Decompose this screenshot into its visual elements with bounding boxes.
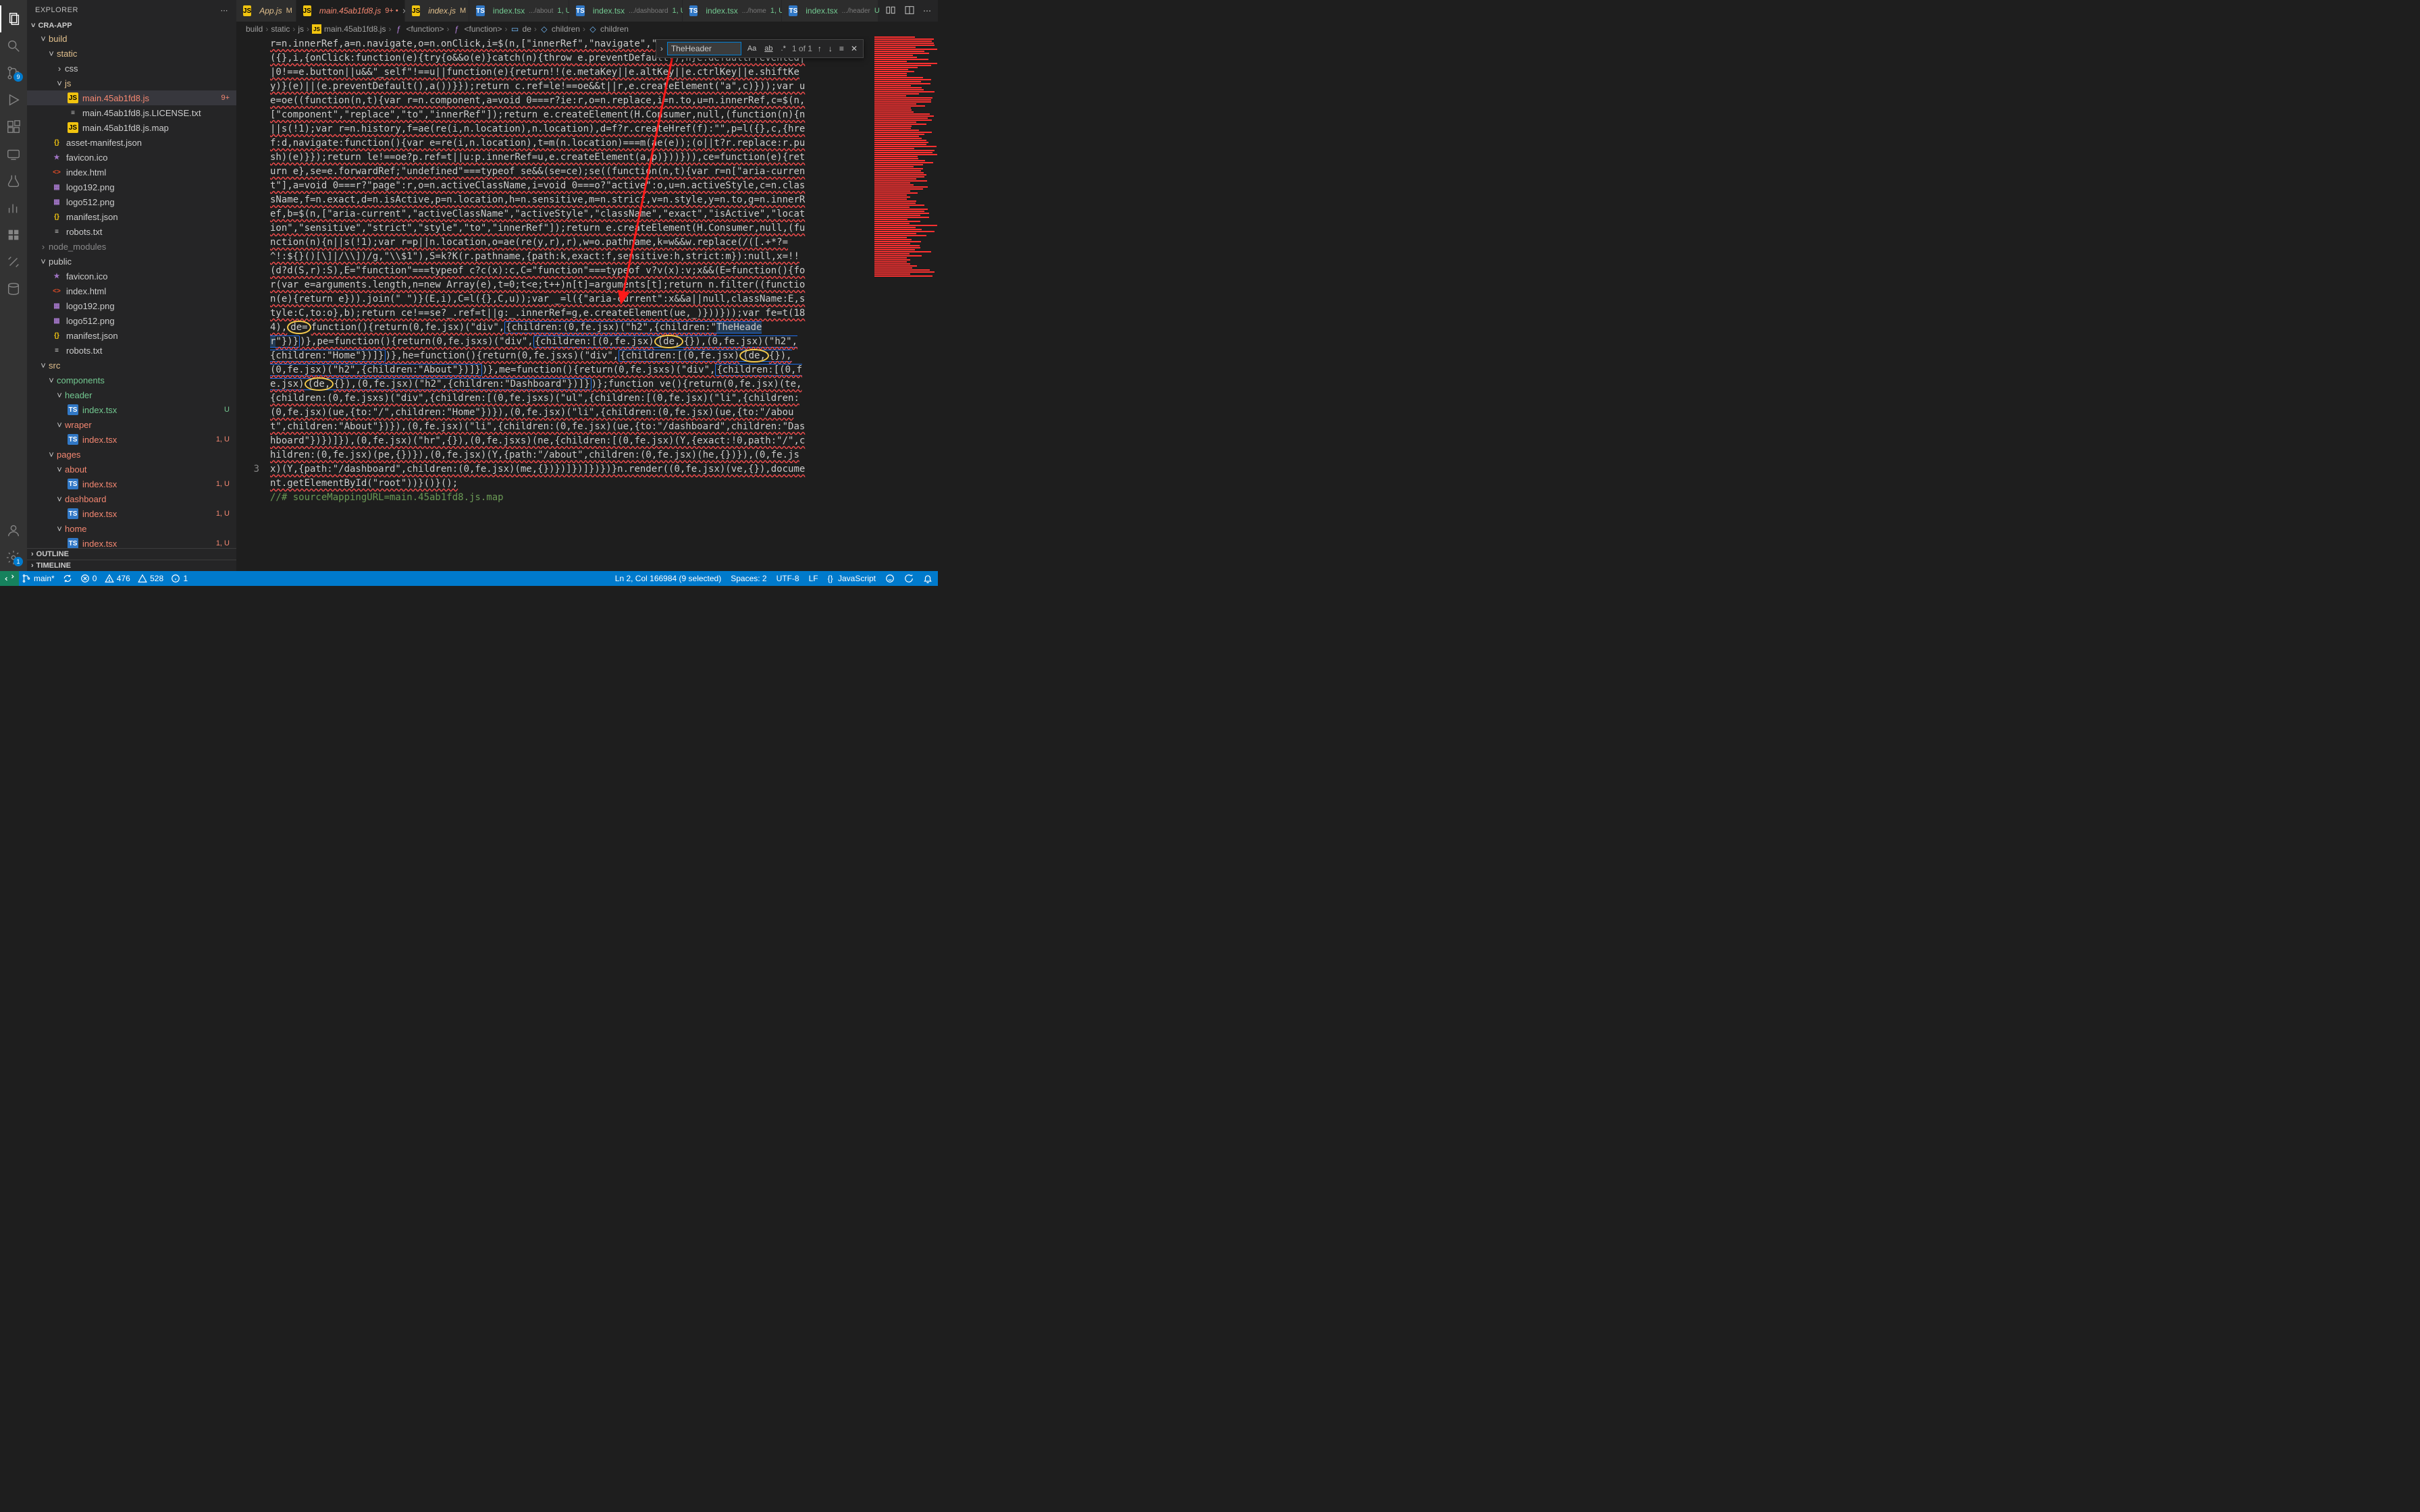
tab-mainjs[interactable]: JSmain.45ab1fd8.js9+ •× [296,0,405,22]
editor-area: JSApp.jsM JSmain.45ab1fd8.js9+ •× JSinde… [236,0,938,571]
file-p-robots[interactable]: ≡robots.txt [27,343,236,358]
find-in-selection-icon[interactable]: ≡ [838,44,845,53]
folder-static[interactable]: ˅static [27,46,236,61]
file-w-indextsx[interactable]: TSindex.tsx1, U [27,432,236,447]
file-map[interactable]: JSmain.45ab1fd8.js.map [27,120,236,135]
file-indexhtml[interactable]: <>index.html [27,165,236,180]
split-icon[interactable] [904,5,915,18]
regex-icon[interactable]: .* [779,44,788,53]
testing-icon[interactable] [0,167,27,194]
find-widget: › Aa ab .* 1 of 1 ↑ ↓ ≡ ✕ [656,39,864,58]
expand-icon[interactable]: › [660,44,663,53]
folder-src[interactable]: ˅src [27,358,236,373]
file-mainjs[interactable]: JSmain.45ab1fd8.js9+ [27,90,236,105]
outline-section[interactable]: ›OUTLINE [27,548,236,560]
tab-about[interactable]: TSindex.tsx.../about1, U [469,0,569,22]
folder-js[interactable]: ˅js [27,76,236,90]
file-p-favicon[interactable]: ★favicon.ico [27,269,236,284]
file-tree: ˅build ˅static ›css ˅js JSmain.45ab1fd8.… [27,31,236,548]
minimap[interactable] [874,36,938,571]
sidebar: EXPLORER ⋯ ˅CRA-APP ˅build ˅static ›css … [27,0,236,571]
whole-word-icon[interactable]: ab [762,44,774,53]
file-p-indexhtml[interactable]: <>index.html [27,284,236,298]
more-icon[interactable]: ⋯ [923,6,931,16]
project-header[interactable]: ˅CRA-APP [27,20,236,31]
activity-bar: 9 [0,0,27,571]
prettier-status[interactable] [885,574,895,583]
cursor-status[interactable]: Ln 2, Col 166984 (9 selected) [615,574,721,583]
match-case-icon[interactable]: Aa [745,44,758,53]
bell-icon[interactable] [923,574,932,583]
tab-home[interactable]: TSindex.tsx.../home1, U [683,0,783,22]
folder-build[interactable]: ˅build [27,31,236,46]
gutter: 3 [236,36,270,571]
settings-badge: 1 [14,557,23,566]
scm-badge: 9 [14,72,23,82]
app-icon[interactable] [0,221,27,248]
remote-button[interactable] [0,571,19,586]
file-h-indextsx[interactable]: TSindex.tsxU [27,402,236,417]
folder-wraper[interactable]: ˅wraper [27,417,236,432]
file-a-indextsx[interactable]: TSindex.tsx1, U [27,477,236,491]
scm-icon[interactable]: 9 [0,59,27,86]
settings-icon[interactable]: 1 [0,544,27,571]
status-bar: main* 0 476 528 1 Ln 2, Col 166984 (9 se… [0,571,938,586]
encoding-status[interactable]: UTF-8 [777,574,799,583]
file-robots[interactable]: ≡robots.txt [27,224,236,239]
folder-node-modules[interactable]: ›node_modules [27,239,236,254]
tools-icon[interactable] [0,248,27,275]
explorer-icon[interactable] [0,5,27,32]
timeline-section[interactable]: ›TIMELINE [27,560,236,571]
find-input[interactable] [667,42,741,55]
file-manifest[interactable]: {}manifest.json [27,209,236,224]
db-icon[interactable] [0,275,27,302]
folder-css[interactable]: ›css [27,61,236,76]
tabs-bar: JSApp.jsM JSmain.45ab1fd8.js9+ •× JSinde… [236,0,938,22]
extensions-icon[interactable] [0,113,27,140]
file-p-logo512[interactable]: ▦logo512.png [27,313,236,328]
folder-public[interactable]: ˅public [27,254,236,269]
branch-status[interactable]: main* [22,574,55,583]
eol-status[interactable]: LF [809,574,818,583]
folder-dashboard[interactable]: ˅dashboard [27,491,236,506]
spaces-status[interactable]: Spaces: 2 [731,574,766,583]
debug-icon[interactable] [0,86,27,113]
tab-dashboard[interactable]: TSindex.tsx.../dashboard1, U [569,0,683,22]
code-content[interactable]: r=n.innerRef,a=n.navigate,o=n.onClick,i=… [270,36,874,571]
file-logo512[interactable]: ▦logo512.png [27,194,236,209]
folder-components[interactable]: ˅components [27,373,236,387]
file-license[interactable]: ≡main.45ab1fd8.js.LICENSE.txt [27,105,236,120]
editor-body[interactable]: 3 r=n.innerRef,a=n.navigate,o=n.onClick,… [236,36,938,571]
compare-icon[interactable] [885,5,896,18]
file-logo192[interactable]: ▦logo192.png [27,180,236,194]
problems-status[interactable]: 0 476 528 1 [80,574,188,583]
folder-home[interactable]: ˅home [27,521,236,536]
file-p-manifest[interactable]: {}manifest.json [27,328,236,343]
close-find-icon[interactable]: ✕ [849,44,859,53]
sidebar-more-icon[interactable]: ⋯ [221,6,229,15]
folder-about[interactable]: ˅about [27,462,236,477]
account-icon[interactable] [0,517,27,544]
file-favicon[interactable]: ★favicon.ico [27,150,236,165]
feedback-icon[interactable] [904,574,914,583]
tab-header[interactable]: TSindex.tsx.../headerU [782,0,878,22]
file-hm-indextsx[interactable]: TSindex.tsx1, U [27,536,236,548]
graph-icon[interactable] [0,194,27,221]
remote-icon[interactable] [0,140,27,167]
sync-status[interactable] [63,574,72,583]
file-asset-manifest[interactable]: {}asset-manifest.json [27,135,236,150]
folder-header[interactable]: ˅header [27,387,236,402]
tab-indexjs[interactable]: JSindex.jsM [405,0,469,22]
find-count: 1 of 1 [792,44,812,53]
folder-pages[interactable]: ˅pages [27,447,236,462]
file-d-indextsx[interactable]: TSindex.tsx1, U [27,506,236,521]
file-p-logo192[interactable]: ▦logo192.png [27,298,236,313]
prev-match-icon[interactable]: ↑ [816,44,823,53]
breadcrumb[interactable]: build› static› js› JSmain.45ab1fd8.js› ƒ… [236,22,938,36]
next-match-icon[interactable]: ↓ [827,44,834,53]
sidebar-title: EXPLORER [35,6,78,14]
lang-status[interactable]: {} JavaScript [828,574,876,583]
tab-appjs[interactable]: JSApp.jsM [236,0,296,22]
search-icon[interactable] [0,32,27,59]
